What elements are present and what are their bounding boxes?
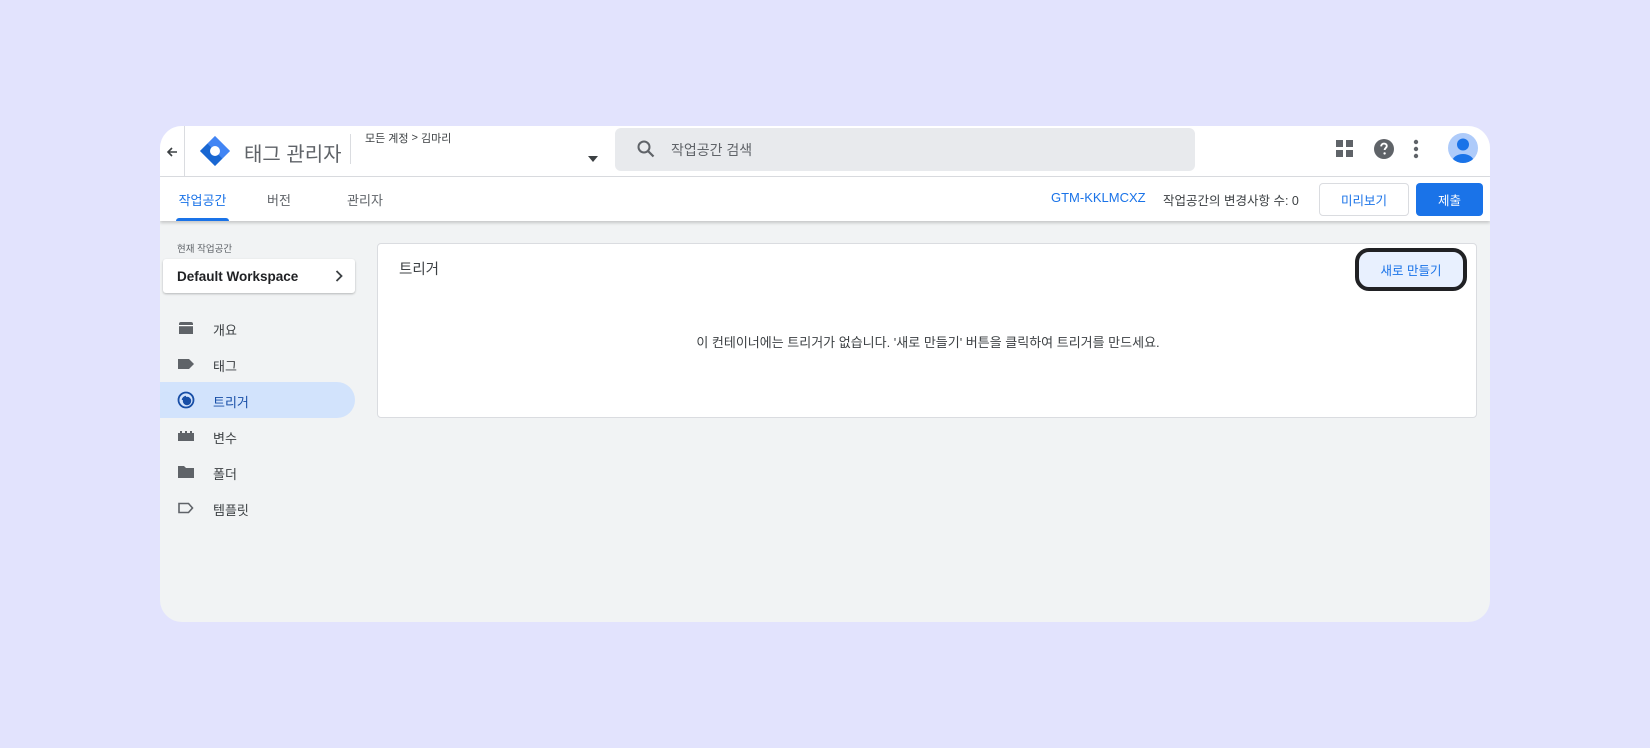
- triggers-card: 트리거 새로 만들기 이 컨테이너에는 트리거가 없습니다. '새로 만들기' …: [377, 243, 1477, 418]
- variable-icon: [178, 431, 194, 441]
- breadcrumb-separator: >: [411, 132, 418, 144]
- sidebar-item-label: 트리거: [213, 395, 249, 410]
- header-divider: [350, 134, 351, 164]
- app-title: 태그 관리자: [244, 144, 342, 166]
- trigger-icon: [177, 391, 195, 409]
- folder-icon: [178, 466, 194, 478]
- help-icon[interactable]: [1374, 139, 1394, 159]
- sidebar-item-label: 개요: [213, 323, 237, 338]
- sidebar-item-folders[interactable]: 폴더: [160, 454, 355, 490]
- empty-state-message: 이 컨테이너에는 트리거가 없습니다. '새로 만들기' 버튼을 클릭하여 트리…: [696, 335, 1160, 350]
- account-avatar[interactable]: [1448, 133, 1478, 163]
- container-dropdown-button[interactable]: [586, 152, 600, 166]
- page-title: 트리거: [399, 262, 440, 278]
- breadcrumb-root[interactable]: 모든 계정: [365, 130, 409, 146]
- caret-down-icon: [588, 156, 598, 162]
- sidebar-item-triggers[interactable]: 트리거: [160, 382, 355, 418]
- search-icon: [637, 140, 655, 158]
- top-app-bar: 태그 관리자 모든 계정 > 김마리: [160, 126, 1490, 177]
- sidebar-item-label: 변수: [213, 431, 237, 446]
- tab-versions[interactable]: 버전: [264, 177, 294, 221]
- current-workspace-label: 현재 작업공간: [177, 244, 233, 255]
- template-icon: [178, 502, 194, 514]
- container-id-link[interactable]: GTM-KKLMCXZ: [1051, 190, 1146, 205]
- chevron-right-icon: [335, 270, 343, 282]
- sidebar-item-label: 태그: [213, 359, 237, 374]
- sidebar-item-label: 템플릿: [213, 503, 249, 518]
- arrow-left-icon: [166, 146, 177, 157]
- search-input[interactable]: [671, 128, 1171, 171]
- workspace-name: Default Workspace: [177, 268, 299, 284]
- sidebar-item-overview[interactable]: 개요: [160, 310, 355, 346]
- workspace-changes-count: 작업공간의 변경사항 수: 0: [1163, 194, 1299, 208]
- preview-button[interactable]: 미리보기: [1319, 183, 1409, 216]
- tab-workspace[interactable]: 작업공간: [176, 177, 229, 221]
- search-bar[interactable]: [615, 128, 1195, 171]
- tag-icon: [178, 359, 194, 369]
- workspace-selector[interactable]: Default Workspace: [163, 259, 355, 293]
- overview-icon: [179, 322, 193, 334]
- apps-grid-icon[interactable]: [1336, 140, 1353, 157]
- app-window: 태그 관리자 모든 계정 > 김마리 작업공간 검색 작업공간 버전 관리자 G…: [160, 126, 1490, 622]
- tag-manager-logo-icon[interactable]: [199, 135, 231, 167]
- new-trigger-button[interactable]: 새로 만들기: [1355, 248, 1467, 291]
- submit-button[interactable]: 제출: [1416, 183, 1483, 216]
- breadcrumb[interactable]: 모든 계정 > 김마리: [365, 130, 451, 146]
- sidebar-item-label: 폴더: [213, 467, 237, 482]
- workspace-toolbar: 작업공간 버전 관리자 GTM-KKLMCXZ 작업공간의 변경사항 수: 0 …: [160, 177, 1490, 221]
- tab-admin[interactable]: 관리자: [344, 177, 386, 221]
- breadcrumb-account[interactable]: 김마리: [421, 130, 451, 146]
- sidebar-item-variables[interactable]: 변수: [160, 418, 355, 454]
- sidebar-item-tags[interactable]: 태그: [160, 346, 355, 382]
- back-button[interactable]: [160, 126, 185, 177]
- person-icon: [1452, 138, 1474, 163]
- sidebar-item-templates[interactable]: 템플릿: [160, 490, 355, 526]
- more-vert-icon[interactable]: [1413, 139, 1419, 159]
